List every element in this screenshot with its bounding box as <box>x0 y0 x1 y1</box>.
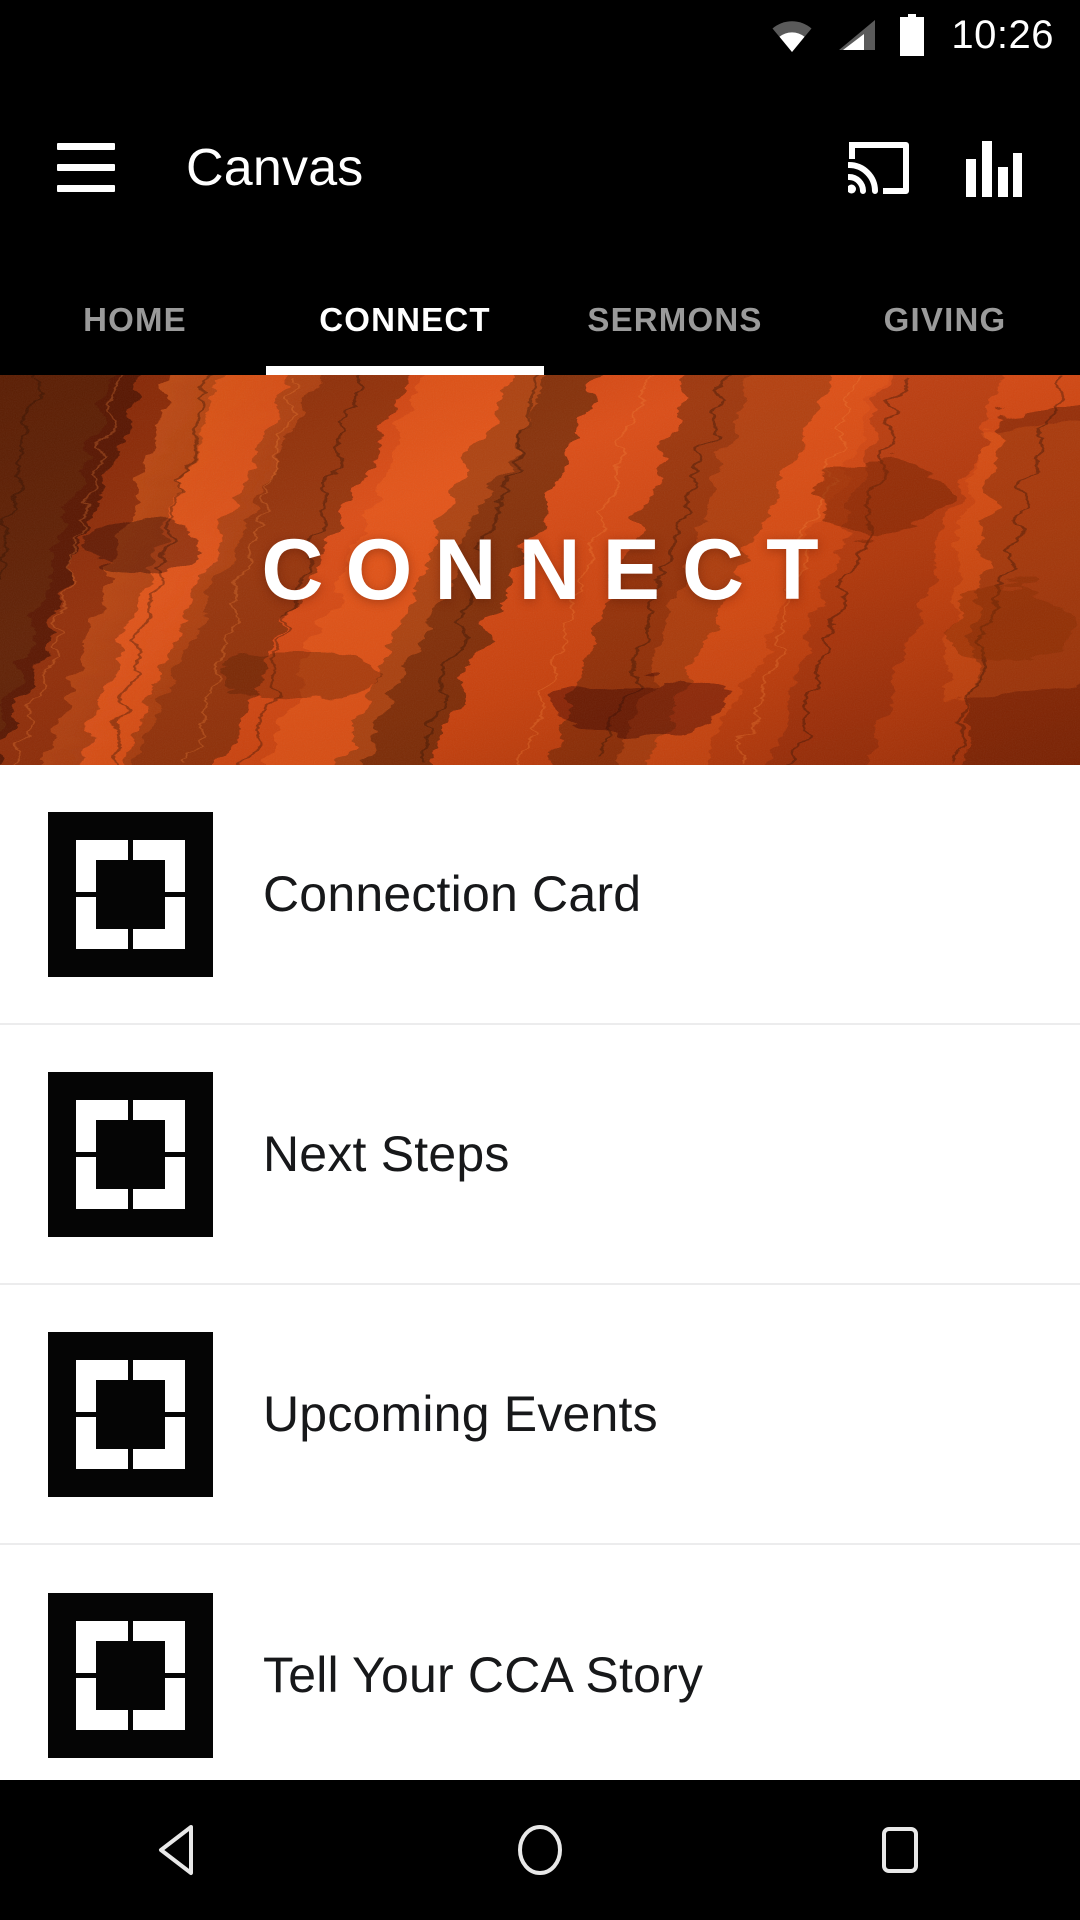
list-item[interactable]: Upcoming Events <box>0 1285 1080 1545</box>
app-screen: 10:26 Canvas HOME CONNECT SERMONS GIVING… <box>0 0 1080 1920</box>
connect-banner[interactable]: CONNECT <box>0 375 1080 765</box>
app-bar: Canvas <box>0 70 1080 265</box>
list-item-label: Tell Your CCA Story <box>263 1647 704 1703</box>
tab-connect-label: CONNECT <box>319 301 491 338</box>
bar-chart-icon[interactable] <box>964 137 1024 199</box>
list-item-label: Next Steps <box>263 1126 510 1182</box>
corner-brackets-icon <box>48 1071 213 1237</box>
hamburger-menu-icon[interactable] <box>38 120 134 216</box>
list-item[interactable]: Next Steps <box>0 1025 1080 1285</box>
cellular-signal-icon <box>839 20 876 50</box>
tab-sermons-label: SERMONS <box>587 301 763 338</box>
connect-menu-list: Connection Card Next Steps Upcoming Even… <box>0 765 1080 1780</box>
corner-brackets-icon <box>48 811 213 977</box>
tab-sermons[interactable]: SERMONS <box>540 265 810 375</box>
wifi-icon <box>772 21 812 52</box>
battery-full-icon <box>900 14 925 56</box>
list-item-label: Upcoming Events <box>263 1386 658 1442</box>
status-bar: 10:26 <box>0 0 1080 70</box>
back-button[interactable] <box>95 1780 265 1920</box>
app-bar-actions <box>848 137 1024 199</box>
list-item[interactable]: Tell Your CCA Story <box>0 1545 1080 1780</box>
banner-title: CONNECT <box>261 522 841 618</box>
recents-button[interactable] <box>815 1780 985 1920</box>
corner-brackets-icon <box>48 1592 213 1758</box>
list-item[interactable]: Connection Card <box>0 765 1080 1025</box>
active-tab-indicator <box>266 366 544 375</box>
tab-home-label: HOME <box>83 301 187 338</box>
tab-connect[interactable]: CONNECT <box>266 265 544 375</box>
triangle-back-icon <box>159 1825 193 1875</box>
corner-brackets-icon <box>48 1331 213 1497</box>
tab-home[interactable]: HOME <box>0 265 270 375</box>
circle-home-icon <box>518 1825 562 1875</box>
tab-giving[interactable]: GIVING <box>810 265 1080 375</box>
square-recents-icon <box>882 1827 918 1873</box>
chromecast-icon[interactable] <box>848 139 910 197</box>
status-bar-icons <box>771 14 925 56</box>
list-item-label: Connection Card <box>263 866 642 922</box>
home-button[interactable] <box>455 1780 625 1920</box>
android-navigation-bar <box>0 1780 1080 1920</box>
tab-giving-label: GIVING <box>883 301 1007 338</box>
status-bar-time: 10:26 <box>951 13 1054 57</box>
tab-bar: HOME CONNECT SERMONS GIVING <box>0 265 1080 375</box>
page-title: Canvas <box>186 138 364 197</box>
